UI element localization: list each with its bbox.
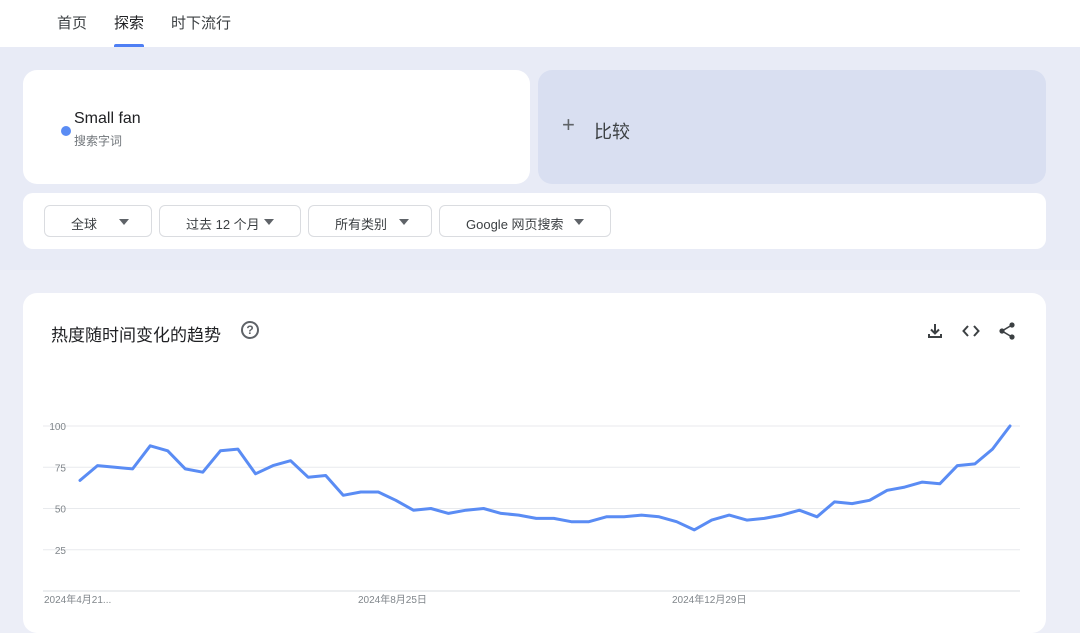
data-point[interactable] bbox=[636, 509, 648, 521]
data-point[interactable] bbox=[214, 445, 226, 457]
data-point[interactable] bbox=[565, 516, 577, 528]
data-point[interactable] bbox=[881, 484, 893, 496]
filter-bar: 全球 过去 12 个月 所有类别 Google 网页搜索 bbox=[23, 193, 1046, 249]
series-color-dot bbox=[61, 126, 71, 136]
data-point[interactable] bbox=[916, 476, 928, 488]
data-point[interactable] bbox=[127, 463, 139, 475]
data-point[interactable] bbox=[179, 463, 191, 475]
data-point[interactable] bbox=[530, 512, 542, 524]
data-point[interactable] bbox=[495, 507, 507, 519]
top-navigation: 首页 探索 时下流行 bbox=[0, 0, 1080, 47]
chevron-down-icon bbox=[264, 219, 274, 225]
y-tick-label: 25 bbox=[55, 546, 67, 557]
tab-explore[interactable]: 探索 bbox=[114, 12, 145, 47]
tab-home[interactable]: 首页 bbox=[57, 12, 87, 47]
search-type-filter[interactable]: Google 网页搜索 bbox=[439, 205, 611, 237]
tab-explore-label: 探索 bbox=[114, 15, 145, 32]
chevron-down-icon bbox=[119, 219, 129, 225]
data-point[interactable] bbox=[723, 509, 735, 521]
data-point[interactable] bbox=[741, 514, 753, 526]
y-tick-label: 100 bbox=[49, 422, 66, 433]
data-point[interactable] bbox=[951, 460, 963, 472]
data-point[interactable] bbox=[758, 512, 770, 524]
interest-over-time-card: 热度随时间变化的趋势 ? 25 50 75 100 2024年4月21... 2024年8… bbox=[23, 293, 1046, 633]
x-tick-label: 2024年4月21... bbox=[44, 593, 111, 606]
data-point[interactable] bbox=[232, 443, 244, 455]
data-point[interactable] bbox=[934, 478, 946, 490]
data-point[interactable] bbox=[986, 443, 998, 455]
tab-trending[interactable]: 时下流行 bbox=[171, 12, 231, 47]
data-point[interactable] bbox=[407, 504, 419, 516]
category-filter[interactable]: 所有类别 bbox=[308, 205, 432, 237]
category-filter-label: 所有类别 bbox=[335, 217, 388, 232]
data-point[interactable] bbox=[92, 460, 104, 472]
data-point[interactable] bbox=[249, 468, 261, 480]
plus-icon: + bbox=[562, 112, 575, 137]
data-point[interactable] bbox=[442, 507, 454, 519]
search-term-type: 搜索字词 bbox=[74, 134, 123, 148]
data-point[interactable] bbox=[864, 494, 876, 506]
data-point[interactable] bbox=[390, 494, 402, 506]
data-point[interactable] bbox=[460, 504, 472, 516]
chevron-down-icon bbox=[574, 219, 584, 225]
data-point[interactable] bbox=[513, 509, 525, 521]
data-point[interactable] bbox=[320, 470, 332, 482]
x-tick-label: 2024年12月29日 bbox=[672, 593, 747, 606]
data-point[interactable] bbox=[548, 512, 560, 524]
data-point[interactable] bbox=[337, 489, 349, 501]
y-tick-label: 50 bbox=[55, 505, 67, 516]
data-point[interactable] bbox=[899, 481, 911, 493]
x-tick-label: 2024年8月25日 bbox=[358, 593, 427, 606]
data-point[interactable] bbox=[706, 514, 718, 526]
data-point[interactable] bbox=[109, 461, 121, 473]
y-tick-label: 75 bbox=[55, 463, 67, 474]
data-point[interactable] bbox=[600, 511, 612, 523]
data-point[interactable] bbox=[829, 496, 841, 508]
data-point[interactable] bbox=[969, 458, 981, 470]
search-term-name[interactable]: Small fan bbox=[74, 110, 141, 128]
series-line bbox=[78, 424, 1012, 532]
data-point[interactable] bbox=[1004, 420, 1016, 432]
data-point[interactable] bbox=[811, 511, 823, 523]
search-term-card[interactable]: Small fan 搜索字词 bbox=[23, 70, 530, 184]
data-point[interactable] bbox=[302, 471, 314, 483]
tab-trending-label: 时下流行 bbox=[171, 15, 232, 32]
data-point[interactable] bbox=[74, 474, 86, 486]
compare-label: 比较 bbox=[594, 122, 630, 142]
data-point[interactable] bbox=[793, 504, 805, 516]
data-point[interactable] bbox=[688, 524, 700, 536]
data-point[interactable] bbox=[776, 509, 788, 521]
data-point[interactable] bbox=[671, 516, 683, 528]
data-point[interactable] bbox=[618, 511, 630, 523]
data-point[interactable] bbox=[285, 455, 297, 467]
time-range-filter[interactable]: 过去 12 个月 bbox=[159, 205, 301, 237]
data-point[interactable] bbox=[162, 445, 174, 457]
data-point[interactable] bbox=[372, 486, 384, 498]
tab-home-label: 首页 bbox=[57, 15, 88, 32]
chevron-down-icon bbox=[399, 219, 409, 225]
data-point[interactable] bbox=[144, 440, 156, 452]
region-filter[interactable]: 全球 bbox=[44, 205, 152, 237]
data-point[interactable] bbox=[425, 503, 437, 515]
search-type-filter-label: Google 网页搜索 bbox=[466, 217, 564, 232]
data-point[interactable] bbox=[478, 503, 490, 515]
data-point[interactable] bbox=[267, 460, 279, 472]
data-point[interactable] bbox=[583, 516, 595, 528]
region-filter-label: 全球 bbox=[71, 217, 98, 232]
compare-button[interactable]: + 比较 bbox=[538, 70, 1046, 184]
data-point[interactable] bbox=[355, 486, 367, 498]
trend-line-chart: 25 50 75 100 2024年4月21... 2024年8月25日 2024年12月2… bbox=[43, 420, 1020, 606]
data-point[interactable] bbox=[653, 511, 665, 523]
data-point[interactable] bbox=[846, 498, 858, 510]
time-range-filter-label: 过去 12 个月 bbox=[186, 217, 260, 232]
data-point[interactable] bbox=[197, 466, 209, 478]
